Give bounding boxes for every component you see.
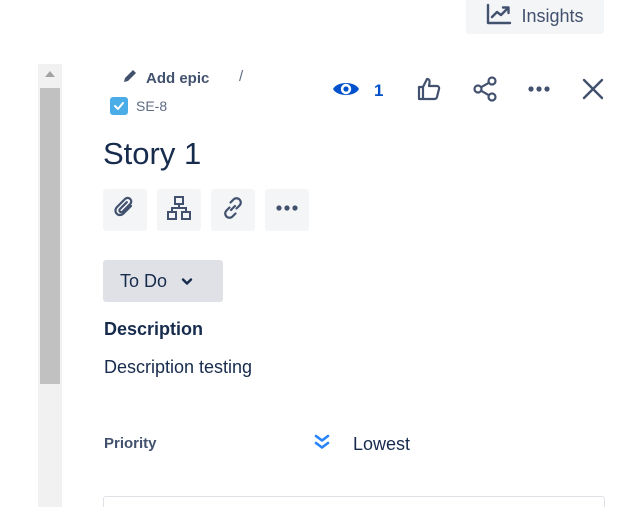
close-icon <box>580 76 606 107</box>
thumbs-up-icon <box>416 76 442 107</box>
status-label: To Do <box>120 270 168 291</box>
insights-button[interactable]: Insights <box>466 0 604 34</box>
scroll-thumb[interactable] <box>40 88 60 384</box>
watch-button[interactable]: 1 <box>332 78 383 104</box>
details-panel[interactable] <box>103 496 605 507</box>
priority-field[interactable]: Lowest <box>313 432 410 456</box>
more-icon <box>526 76 552 107</box>
add-epic-link[interactable]: Add epic <box>122 68 209 88</box>
issue-title[interactable]: Story 1 <box>103 136 201 172</box>
like-button[interactable] <box>414 76 444 106</box>
link-issue-button[interactable] <box>211 189 255 231</box>
paperclip-icon <box>112 195 138 226</box>
more-actions-button[interactable] <box>524 76 554 106</box>
chart-trend-icon <box>486 3 512 30</box>
attach-button[interactable] <box>103 189 147 231</box>
more-tools-button[interactable] <box>265 189 309 231</box>
priority-label: Priority <box>104 435 157 452</box>
priority-value: Lowest <box>353 433 411 454</box>
insights-label: Insights <box>521 5 584 26</box>
share-icon <box>472 75 498 107</box>
description-heading: Description <box>104 319 204 339</box>
more-icon <box>274 195 300 226</box>
breadcrumb-separator: / <box>239 68 244 85</box>
watchers-count: 1 <box>374 81 384 100</box>
eye-icon <box>332 78 360 105</box>
scrollbar[interactable] <box>38 64 62 507</box>
status-dropdown[interactable]: To Do <box>103 260 223 302</box>
share-button[interactable] <box>470 75 500 107</box>
story-checkbox-icon <box>110 97 128 115</box>
description-text[interactable]: Description testing <box>104 357 252 378</box>
double-chevron-down-icon <box>313 433 331 456</box>
add-child-issue-button[interactable] <box>157 189 201 231</box>
issue-key-link[interactable]: SE-8 <box>110 96 167 116</box>
chevron-down-icon <box>181 271 193 292</box>
link-icon <box>220 195 246 226</box>
scroll-up-arrow-icon[interactable] <box>38 64 62 84</box>
issue-key: SE-8 <box>136 98 168 114</box>
close-button[interactable] <box>578 76 608 106</box>
child-issues-icon <box>166 195 192 226</box>
add-epic-label: Add epic <box>146 69 210 87</box>
pencil-icon <box>122 68 138 88</box>
issue-view: Insights Add epic / SE-8 1 Story 1 To Do… <box>0 0 621 507</box>
